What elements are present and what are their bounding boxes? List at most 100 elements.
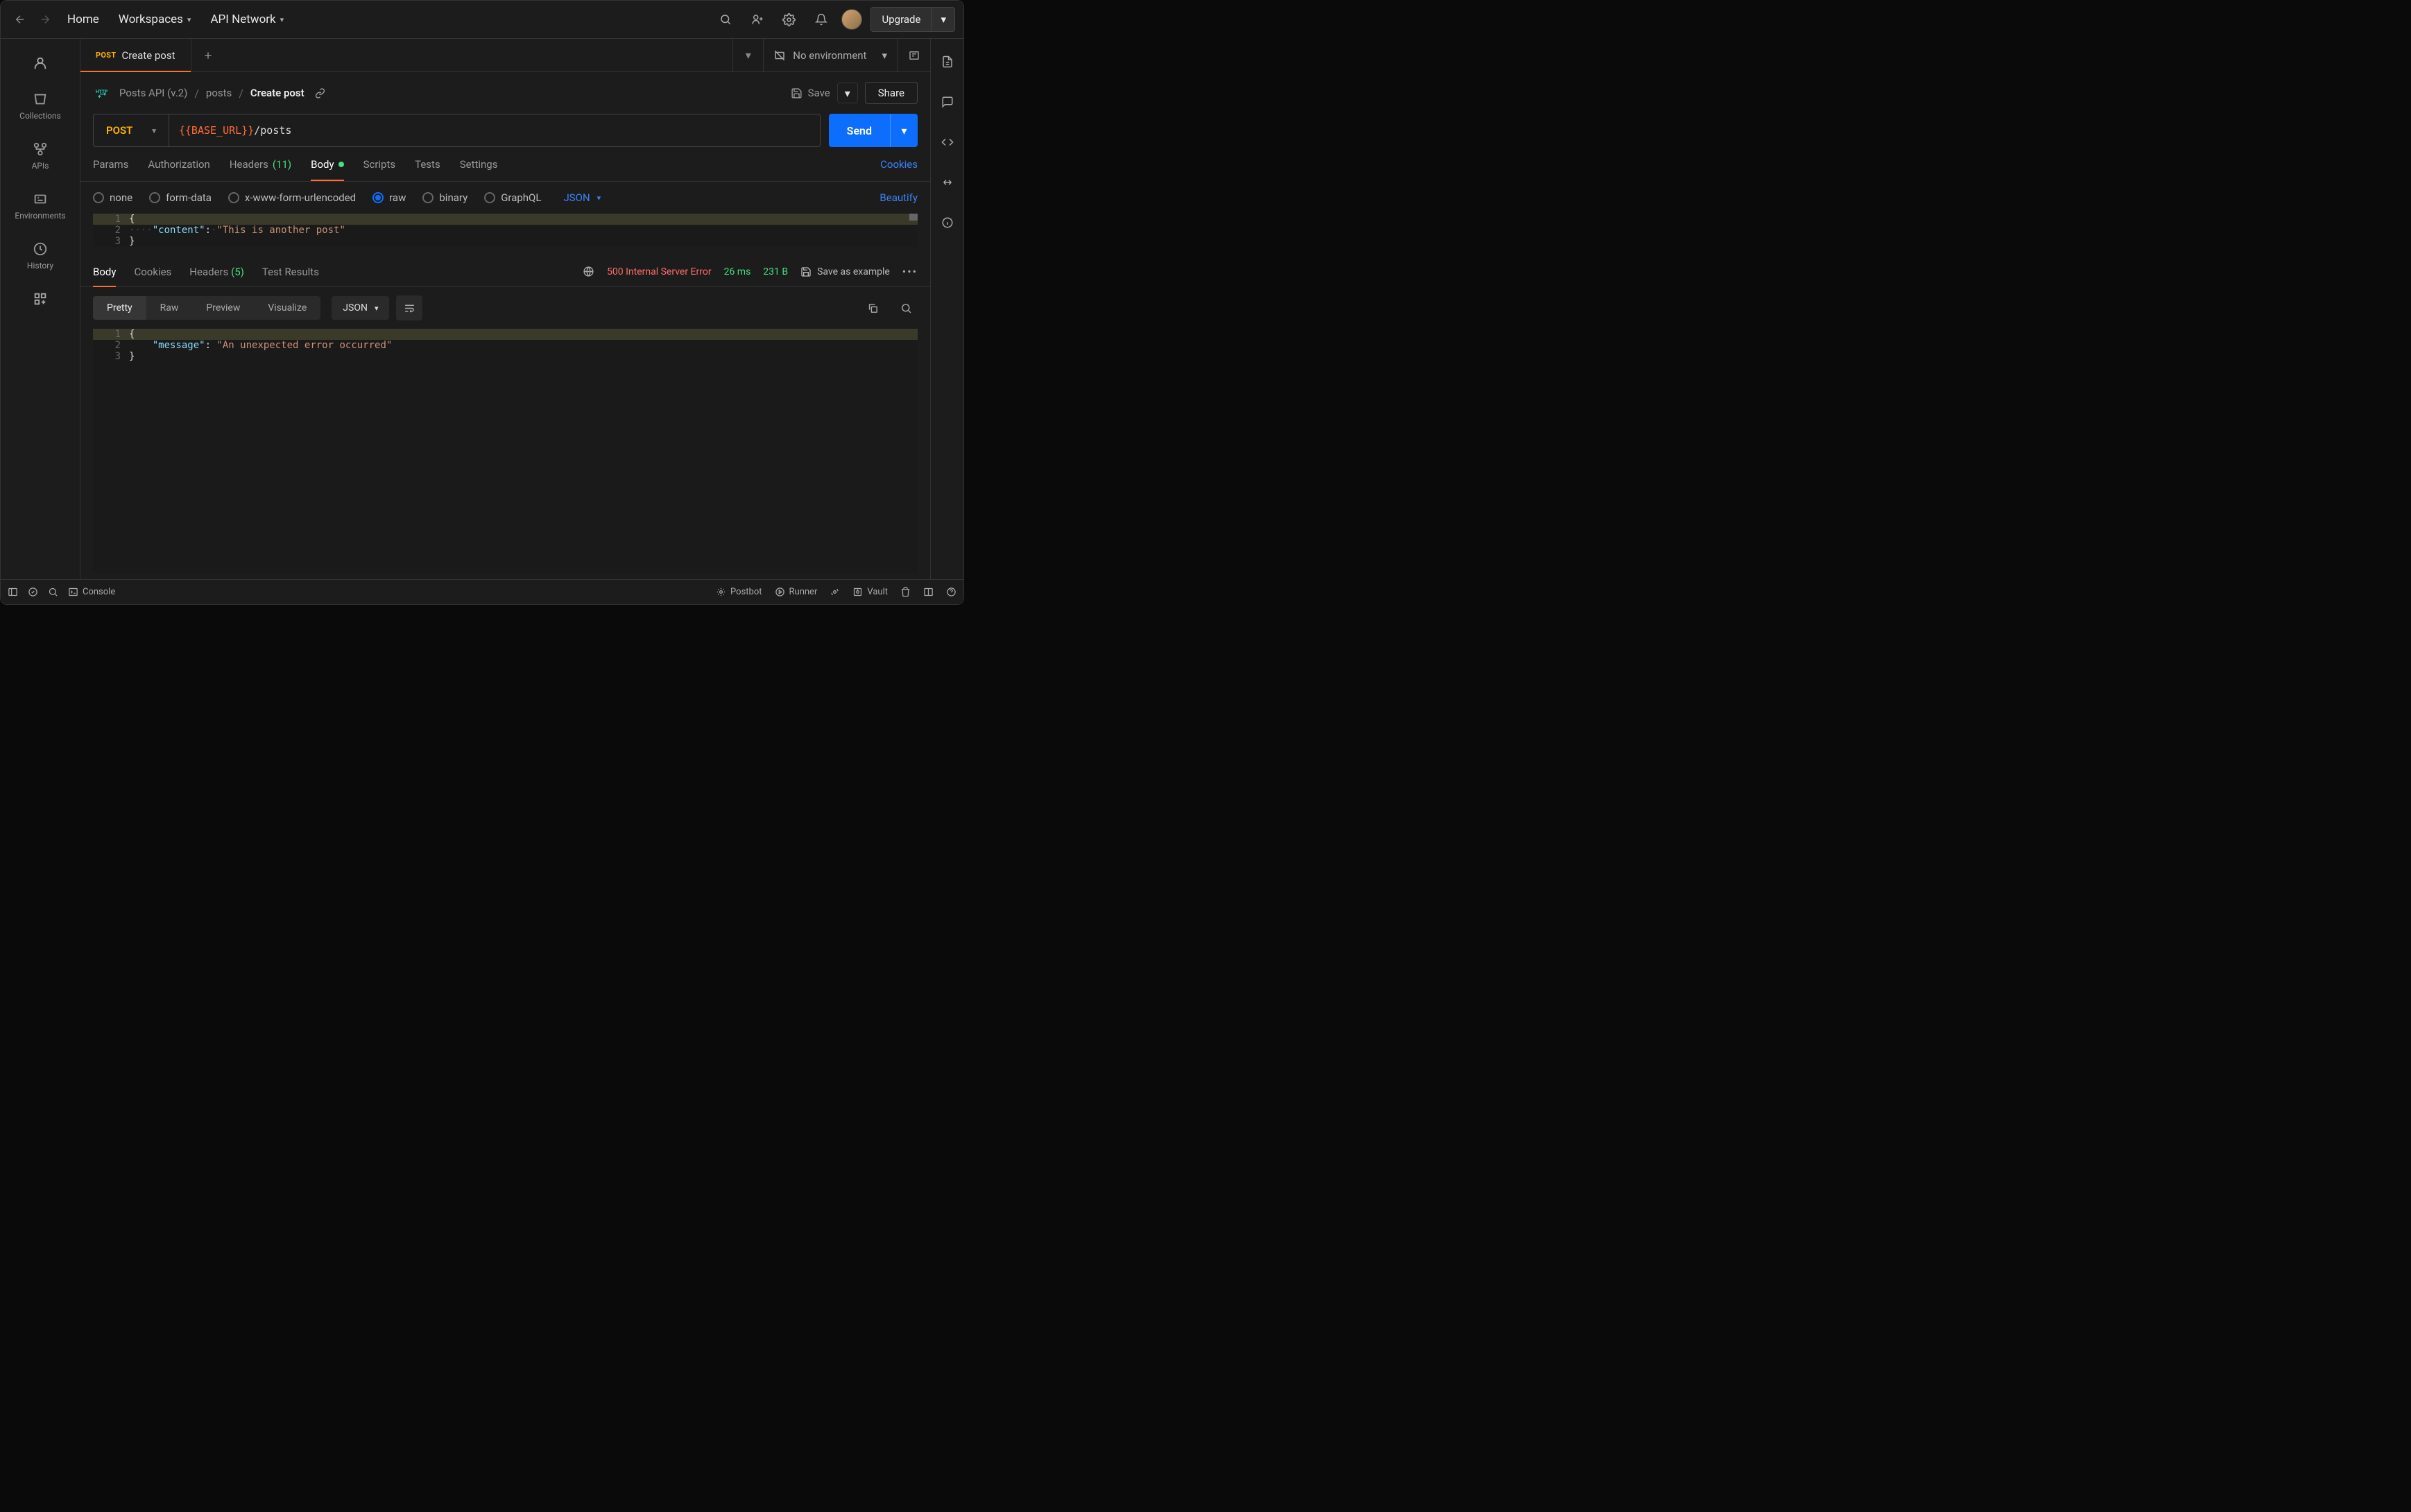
trash-icon[interactable] [900, 587, 911, 597]
resp-tab-test-results[interactable]: Test Results [262, 257, 319, 286]
breadcrumb-separator: / [194, 87, 199, 100]
url-bar: POST ▾ {{BASE_URL}}/posts [93, 114, 821, 147]
cookies-link[interactable]: Cookies [880, 158, 918, 180]
breadcrumb-row: HTTP Posts API (v.2) / posts / Create po… [80, 72, 930, 114]
response-status: 500 Internal Server Error [607, 266, 712, 277]
radio-urlencoded[interactable]: x-www-form-urlencoded [228, 191, 356, 204]
radio-form-data[interactable]: form-data [149, 191, 212, 204]
url-variable: {{BASE_URL}} [179, 124, 254, 137]
sidebar-item-collections[interactable]: Collections [1, 87, 80, 125]
view-preview[interactable]: Preview [192, 296, 254, 320]
save-button[interactable]: Save [791, 87, 830, 99]
code-text: } [129, 236, 135, 247]
sidebar-item-apis[interactable]: APIs [1, 137, 80, 175]
radio-graphql[interactable]: GraphQL [484, 191, 541, 204]
sidebar-item-history[interactable]: History [1, 237, 80, 275]
response-time: 26 ms [724, 266, 751, 277]
tab-body[interactable]: Body [311, 158, 343, 180]
response-format-dropdown[interactable]: JSON ▾ [332, 296, 389, 320]
method-select[interactable]: POST ▾ [94, 114, 169, 146]
nav-forward-button[interactable] [34, 8, 56, 31]
resp-tab-cookies[interactable]: Cookies [134, 257, 171, 286]
view-pretty[interactable]: Pretty [93, 296, 146, 320]
radio-raw[interactable]: raw [372, 191, 406, 204]
view-visualize[interactable]: Visualize [254, 296, 320, 320]
info-icon[interactable] [936, 211, 959, 234]
comments-icon[interactable] [936, 90, 959, 114]
environment-quicklook-button[interactable] [897, 39, 930, 71]
code-icon[interactable] [936, 130, 959, 154]
request-body-editor[interactable]: 1{ 2····"content":·"This is another post… [93, 214, 918, 247]
avatar[interactable] [841, 9, 862, 30]
vault-button[interactable]: Vault [852, 587, 888, 597]
postbot-button[interactable]: Postbot [716, 587, 762, 597]
workspaces-dropdown[interactable]: Workspaces ▾ [119, 12, 191, 26]
sidebar-item-label: Environments [15, 211, 65, 221]
app-header: Home Workspaces ▾ API Network ▾ [1, 1, 963, 39]
globe-icon[interactable] [583, 266, 594, 277]
expand-icon[interactable] [936, 171, 959, 194]
send-dropdown-button[interactable]: ▾ [890, 114, 918, 147]
find-icon[interactable] [48, 587, 58, 597]
tab-headers[interactable]: Headers (11) [230, 158, 291, 180]
sync-status-icon[interactable] [28, 587, 38, 597]
url-input[interactable]: {{BASE_URL}}/posts [169, 114, 820, 146]
home-link[interactable]: Home [67, 12, 99, 26]
save-as-example-button[interactable]: Save as example [800, 266, 890, 277]
save-dropdown-button[interactable]: ▾ [837, 83, 858, 103]
view-mode-selector: Pretty Raw Preview Visualize [93, 296, 320, 320]
svg-text:HTTP: HTTP [96, 89, 108, 94]
two-pane-icon[interactable] [923, 587, 934, 597]
radio-binary[interactable]: binary [422, 191, 467, 204]
tab-authorization[interactable]: Authorization [148, 158, 209, 180]
environment-selector[interactable]: No environment ▾ [763, 39, 897, 71]
code-text: } [129, 351, 135, 362]
upgrade-button[interactable]: Upgrade ▾ [870, 7, 955, 32]
tab-tests[interactable]: Tests [415, 158, 440, 180]
tab-scripts[interactable]: Scripts [363, 158, 396, 180]
sidebar-account-icon[interactable] [1, 51, 80, 75]
nav-back-button[interactable] [9, 8, 31, 31]
new-tab-button[interactable] [191, 39, 225, 71]
search-response-icon[interactable] [894, 296, 918, 320]
send-button[interactable]: Send ▾ [829, 114, 918, 147]
link-icon[interactable] [311, 84, 329, 102]
tab-create-post[interactable]: POST Create post [80, 39, 191, 71]
resp-tab-body[interactable]: Body [93, 257, 116, 286]
radio-none[interactable]: none [93, 191, 132, 204]
view-raw[interactable]: Raw [146, 296, 193, 320]
gear-icon[interactable] [778, 8, 801, 31]
invite-icon[interactable] [746, 8, 769, 31]
response-body-viewer[interactable]: 1{ 2 "message": "An unexpected error occ… [93, 329, 918, 574]
documentation-icon[interactable] [936, 50, 959, 74]
tab-params[interactable]: Params [93, 158, 128, 180]
wrap-lines-button[interactable] [396, 295, 422, 320]
environment-label: No environment [793, 49, 866, 62]
more-icon[interactable]: ••• [902, 265, 918, 278]
tab-settings[interactable]: Settings [460, 158, 498, 180]
resp-tab-headers[interactable]: Headers (5) [189, 257, 244, 286]
breadcrumb-separator: / [239, 87, 243, 100]
search-icon[interactable] [714, 8, 737, 31]
runner-button[interactable]: Runner [775, 587, 818, 597]
console-label: Console [83, 587, 115, 597]
beautify-button[interactable]: Beautify [880, 191, 918, 204]
bell-icon[interactable] [809, 8, 833, 31]
api-network-dropdown[interactable]: API Network ▾ [210, 12, 284, 26]
sidebar-item-environments[interactable]: Environments [1, 187, 80, 225]
help-icon[interactable] [946, 587, 956, 597]
copy-icon[interactable] [861, 296, 884, 320]
tab-overflow-button[interactable]: ▾ [732, 39, 763, 71]
sidebar-configure-icon[interactable] [1, 287, 80, 311]
right-sidebar [930, 39, 963, 579]
console-button[interactable]: Console [68, 587, 115, 597]
body-format-dropdown[interactable]: JSON ▾ [563, 191, 601, 204]
chevron-down-icon: ▾ [882, 49, 887, 62]
breadcrumb-collection[interactable]: Posts API (v.2) [119, 87, 187, 99]
chevron-down-icon[interactable]: ▾ [932, 8, 954, 31]
capture-icon[interactable] [830, 587, 840, 597]
breadcrumb-folder[interactable]: posts [206, 87, 232, 99]
share-button[interactable]: Share [865, 82, 918, 104]
sidebar-toggle-icon[interactable] [8, 587, 18, 597]
left-sidebar: Collections APIs Environments History [1, 39, 80, 579]
